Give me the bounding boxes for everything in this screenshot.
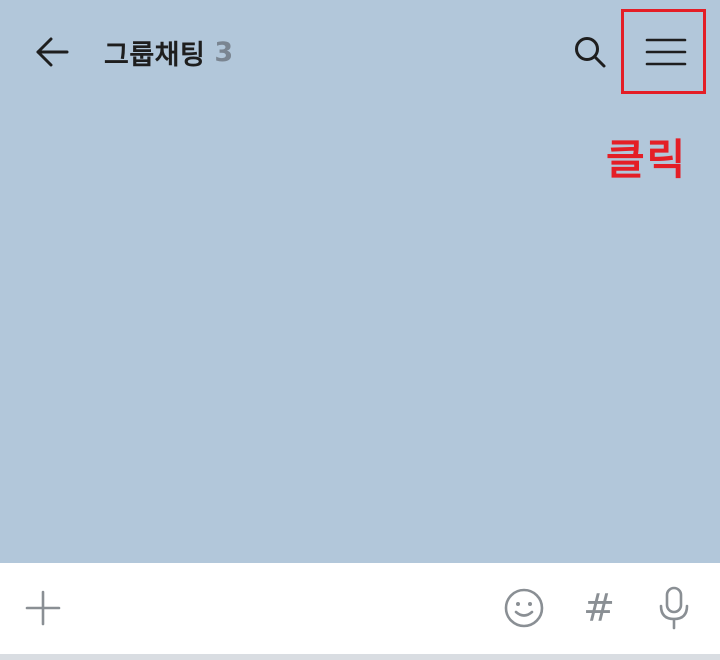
menu-button[interactable] <box>640 30 692 74</box>
hashtag-button[interactable]: # <box>573 581 625 635</box>
emoji-icon <box>504 588 544 628</box>
search-button[interactable] <box>566 30 614 74</box>
arrow-left-icon <box>36 37 69 67</box>
chat-header: 그룹채팅 3 <box>0 0 720 104</box>
bottom-edge <box>0 654 720 660</box>
emoji-button[interactable] <box>498 581 550 635</box>
chat-title[interactable]: 그룹채팅 3 <box>104 30 233 74</box>
message-input-bar: # <box>0 563 720 654</box>
room-name: 그룹채팅 <box>104 39 206 71</box>
message-input[interactable] <box>82 581 486 637</box>
microphone-icon <box>659 586 689 630</box>
click-annotation-label: 클릭 <box>606 135 688 184</box>
plus-icon <box>25 590 61 626</box>
hamburger-menu-icon <box>645 38 687 66</box>
hashtag-icon: # <box>583 586 615 630</box>
back-button[interactable] <box>28 30 76 74</box>
plus-button[interactable] <box>17 581 69 635</box>
member-count: 3 <box>214 36 234 68</box>
mic-button[interactable] <box>648 581 700 635</box>
search-icon <box>575 37 606 68</box>
